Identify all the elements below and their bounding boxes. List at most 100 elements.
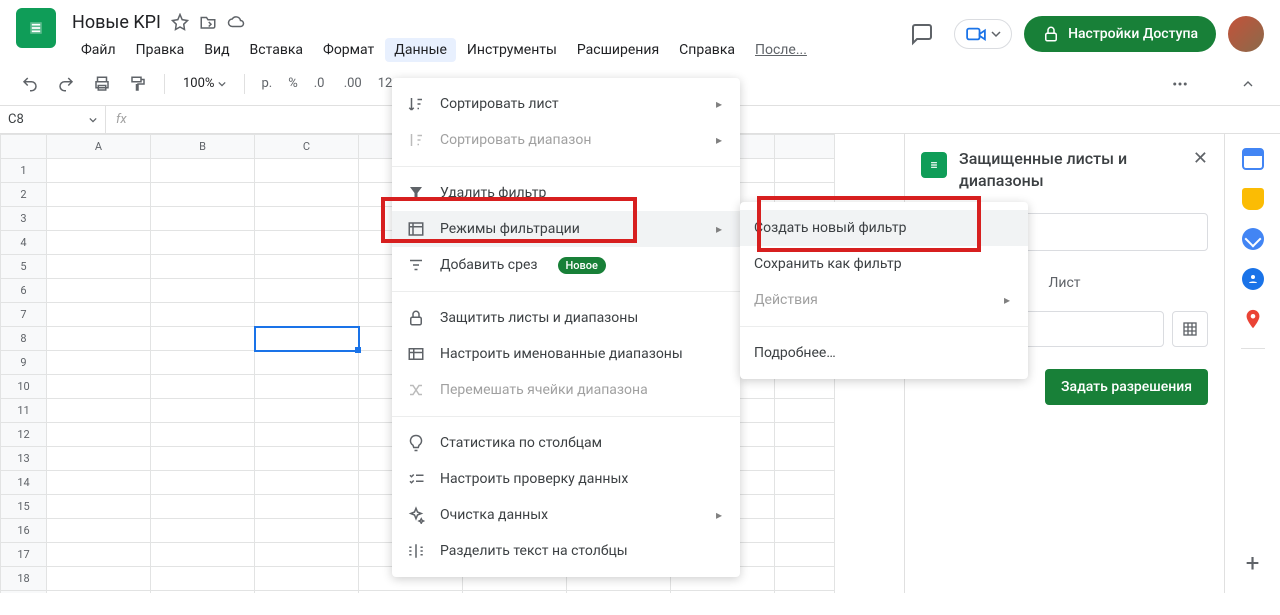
cell[interactable] <box>151 447 255 471</box>
cell[interactable] <box>47 543 151 567</box>
col-header[interactable]: C <box>255 135 359 159</box>
close-icon[interactable]: ✕ <box>1193 148 1208 169</box>
cell[interactable] <box>151 543 255 567</box>
cell[interactable] <box>775 591 835 594</box>
menu-tools[interactable]: Инструменты <box>458 38 566 62</box>
menu-format[interactable]: Формат <box>314 38 383 62</box>
row-header[interactable]: 17 <box>1 543 47 567</box>
cell[interactable] <box>359 591 463 594</box>
cell[interactable] <box>151 255 255 279</box>
col-header[interactable]: B <box>151 135 255 159</box>
cell[interactable] <box>255 327 359 351</box>
row-header[interactable]: 16 <box>1 519 47 543</box>
cell[interactable] <box>151 519 255 543</box>
cell[interactable] <box>47 447 151 471</box>
menu-help[interactable]: Справка <box>670 38 744 62</box>
set-permissions-button[interactable]: Задать разрешения <box>1045 369 1208 405</box>
cell[interactable] <box>775 567 835 591</box>
row-header[interactable]: 5 <box>1 255 47 279</box>
cell[interactable] <box>47 423 151 447</box>
data-cleanup-item[interactable]: Очистка данных ▸ <box>392 497 740 533</box>
cell[interactable] <box>255 567 359 591</box>
menu-extensions[interactable]: Расширения <box>568 38 668 62</box>
cell[interactable] <box>775 399 835 423</box>
cell[interactable] <box>151 591 255 594</box>
cell[interactable] <box>47 303 151 327</box>
cell[interactable] <box>775 447 835 471</box>
cell[interactable] <box>151 207 255 231</box>
comments-icon[interactable] <box>902 14 942 54</box>
row-header[interactable]: 12 <box>1 423 47 447</box>
cell[interactable] <box>775 519 835 543</box>
filter-views-item[interactable]: Режимы фильтрации ▸ <box>392 211 740 247</box>
row-header[interactable]: 19 <box>1 591 47 594</box>
add-addon-icon[interactable]: + <box>1246 549 1260 577</box>
cell[interactable] <box>255 279 359 303</box>
sort-sheet-item[interactable]: Сортировать лист ▸ <box>392 86 740 122</box>
cell[interactable] <box>151 351 255 375</box>
row-header[interactable]: 18 <box>1 567 47 591</box>
col-header[interactable] <box>775 135 835 159</box>
cell[interactable] <box>47 495 151 519</box>
print-button[interactable] <box>88 70 116 98</box>
cell[interactable] <box>47 279 151 303</box>
cell[interactable] <box>47 375 151 399</box>
cell[interactable] <box>151 159 255 183</box>
cell[interactable] <box>775 495 835 519</box>
row-header[interactable]: 3 <box>1 207 47 231</box>
cell[interactable] <box>255 207 359 231</box>
cell[interactable] <box>775 471 835 495</box>
star-icon[interactable] <box>171 13 189 31</box>
keep-icon[interactable] <box>1242 188 1264 210</box>
cell[interactable] <box>255 423 359 447</box>
cell[interactable] <box>255 351 359 375</box>
cell[interactable] <box>151 399 255 423</box>
cell[interactable] <box>151 303 255 327</box>
redo-button[interactable] <box>52 70 80 98</box>
remove-filter-item[interactable]: Удалить фильтр <box>392 175 740 211</box>
menu-view[interactable]: Вид <box>195 38 238 62</box>
currency-button[interactable]: р. <box>257 76 276 91</box>
column-stats-item[interactable]: Статистика по столбцам <box>392 425 740 461</box>
decrease-decimal-button[interactable]: .0 <box>310 76 332 91</box>
row-header[interactable]: 14 <box>1 471 47 495</box>
menu-edit[interactable]: Правка <box>127 38 194 62</box>
cell[interactable] <box>47 255 151 279</box>
save-as-filter-item[interactable]: Сохранить как фильтр <box>740 246 1028 282</box>
cell[interactable] <box>47 159 151 183</box>
cell[interactable] <box>151 183 255 207</box>
doc-title[interactable]: Новые KPI <box>72 12 161 33</box>
cell[interactable] <box>671 591 775 594</box>
share-button[interactable]: Настройки Доступа <box>1024 16 1216 52</box>
meet-button[interactable] <box>954 19 1012 49</box>
row-header[interactable]: 6 <box>1 279 47 303</box>
zoom-selector[interactable]: 100% <box>177 76 232 91</box>
cell[interactable] <box>151 375 255 399</box>
cell[interactable] <box>151 279 255 303</box>
undo-button[interactable] <box>16 70 44 98</box>
menu-data[interactable]: Данные <box>385 38 456 62</box>
cell[interactable] <box>255 543 359 567</box>
calendar-icon[interactable] <box>1242 148 1264 170</box>
data-validation-item[interactable]: Настроить проверку данных <box>392 461 740 497</box>
collapse-toolbar-icon[interactable] <box>1232 68 1264 100</box>
cell[interactable] <box>255 231 359 255</box>
row-header[interactable]: 9 <box>1 351 47 375</box>
cell[interactable] <box>255 447 359 471</box>
cloud-icon[interactable] <box>227 13 245 31</box>
protect-item[interactable]: Защитить листы и диапазоны <box>392 300 740 336</box>
row-header[interactable]: 1 <box>1 159 47 183</box>
toolbar-more-icon[interactable] <box>1166 70 1194 98</box>
row-header[interactable]: 7 <box>1 303 47 327</box>
cell[interactable] <box>463 591 567 594</box>
cell[interactable] <box>47 351 151 375</box>
cell[interactable] <box>47 327 151 351</box>
name-box[interactable]: C8 <box>0 106 106 133</box>
cell[interactable] <box>255 303 359 327</box>
menu-insert[interactable]: Вставка <box>241 38 312 62</box>
maps-icon[interactable] <box>1242 308 1264 330</box>
row-header[interactable]: 8 <box>1 327 47 351</box>
row-header[interactable]: 2 <box>1 183 47 207</box>
paint-format-button[interactable] <box>124 70 152 98</box>
cell[interactable] <box>775 543 835 567</box>
